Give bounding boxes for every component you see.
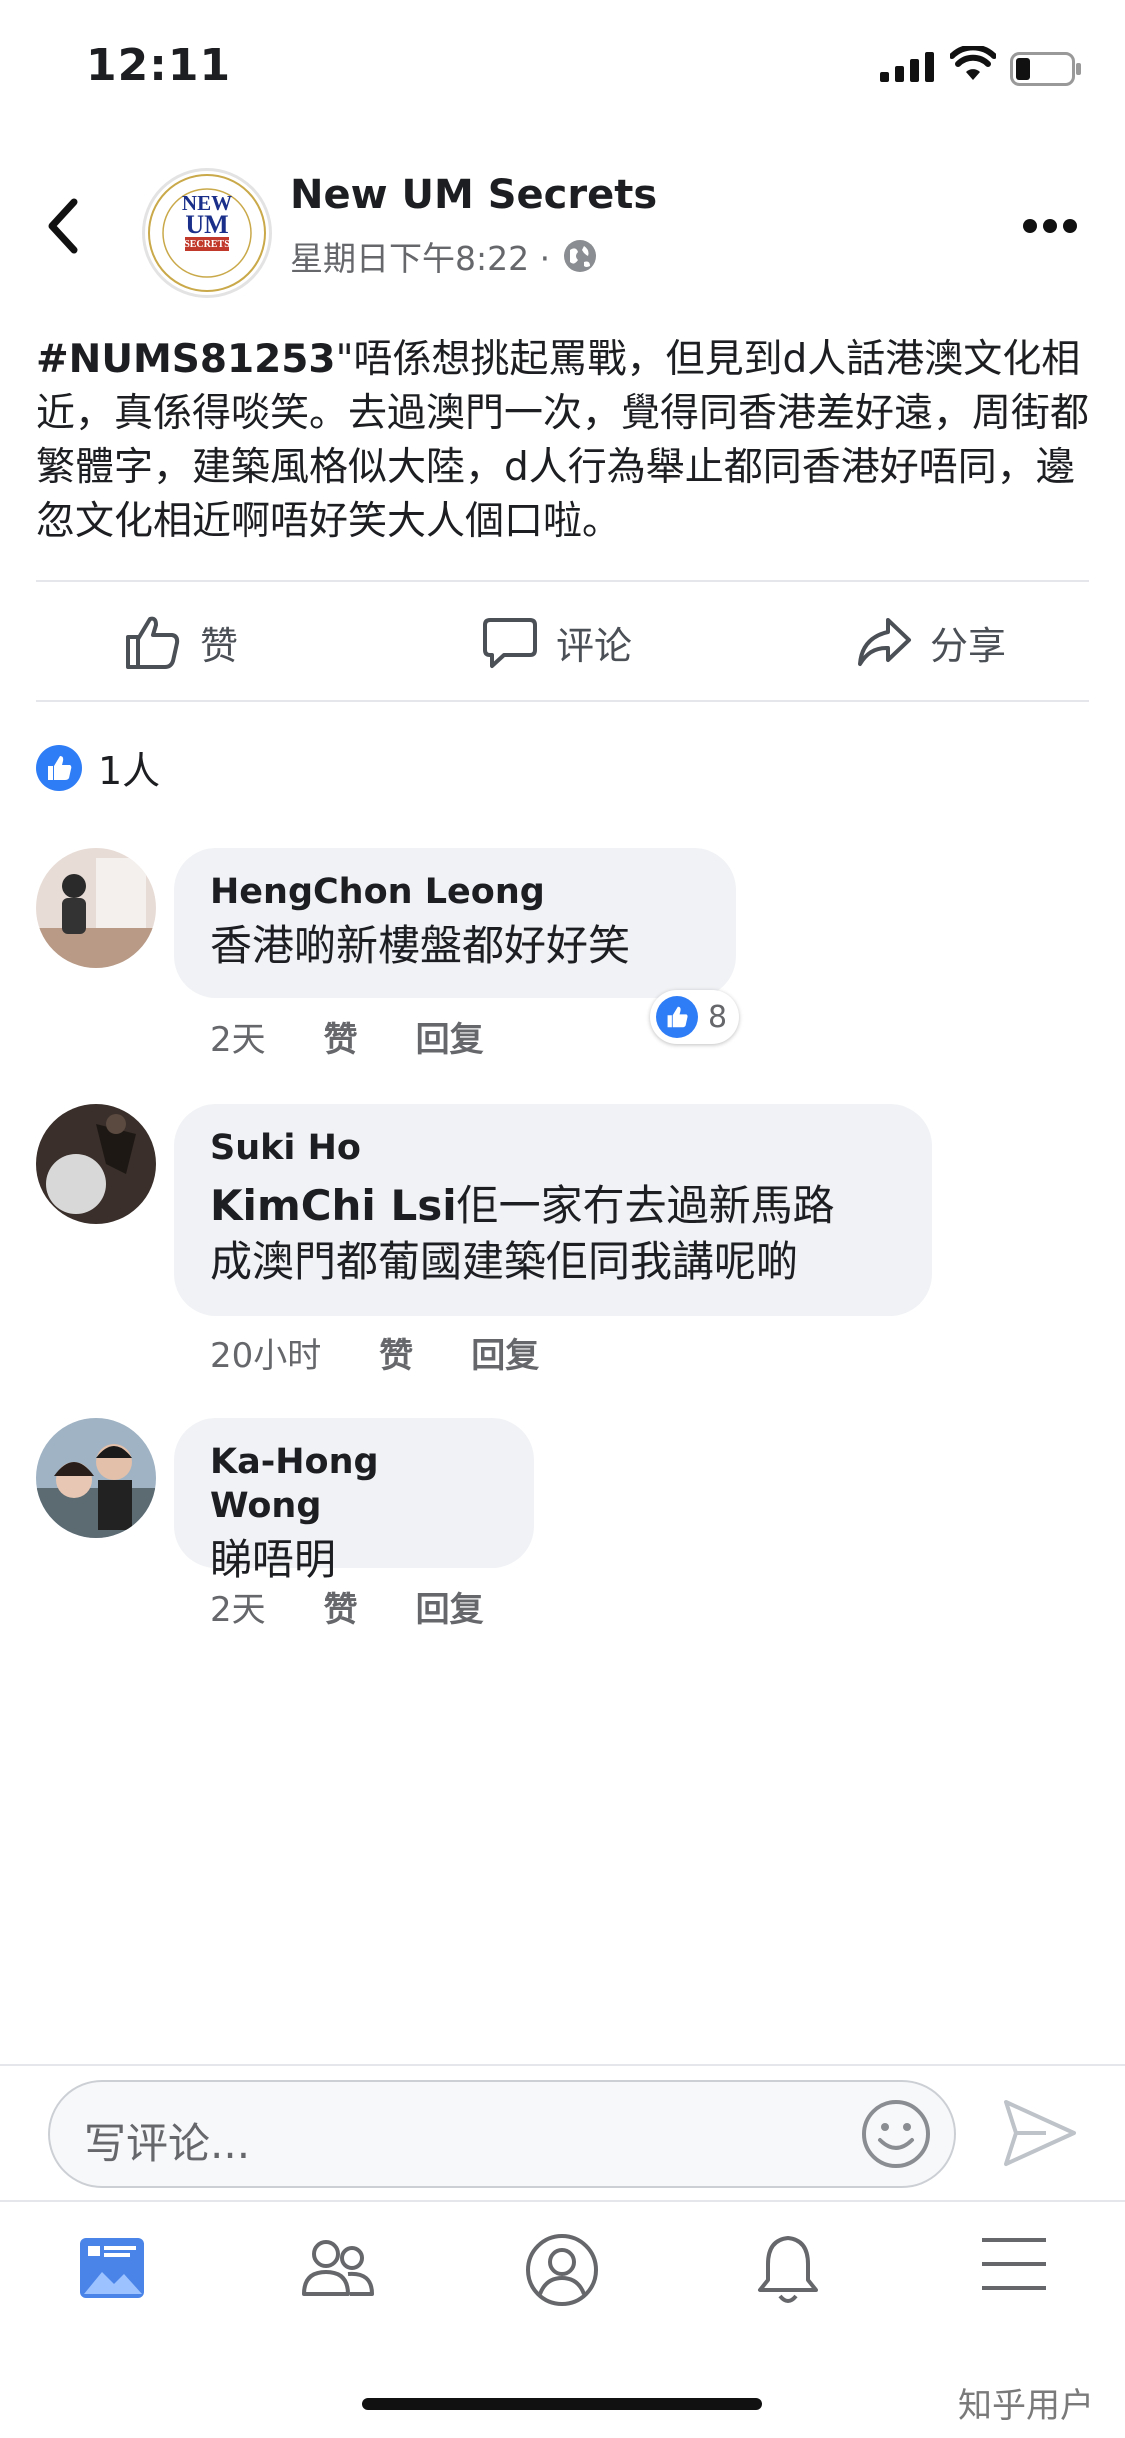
comment-button[interactable]: 评论 xyxy=(482,612,632,672)
send-icon[interactable] xyxy=(1002,2098,1078,2168)
like-reaction-icon xyxy=(656,996,698,1038)
more-options-icon[interactable] xyxy=(1022,218,1078,234)
status-time: 12:11 xyxy=(86,40,232,91)
commenter-avatar[interactable] xyxy=(36,1104,156,1224)
comment-text: 香港啲新樓盤都好好笑 xyxy=(210,921,631,970)
reactions-count: 1人 xyxy=(98,749,161,793)
post-body: #NUMS81253"唔係想挑起罵戰，但見到d人話港澳文化相近，真係得啖笑。去過… xyxy=(36,333,1096,549)
divider xyxy=(36,700,1089,702)
comment-bubble[interactable]: HengChon Leong 香港啲新樓盤都好好笑 xyxy=(174,848,736,998)
comment-reply-link[interactable]: 回复 xyxy=(416,1582,484,1631)
notifications-icon[interactable] xyxy=(752,2232,824,2308)
back-chevron-icon[interactable] xyxy=(44,196,80,256)
comment-time: 2天 xyxy=(210,1020,266,1060)
reactions-summary[interactable]: 1人 xyxy=(36,740,160,795)
comment-like-link[interactable]: 赞 xyxy=(324,1582,358,1631)
profile-icon[interactable] xyxy=(524,2232,600,2308)
comment-bubble[interactable]: Suki Ho KimChi Lsi佢一家冇去過新馬路 成澳門都葡國建築佢同我講… xyxy=(174,1104,932,1316)
comment-like-link[interactable]: 赞 xyxy=(324,1012,358,1061)
avatar-photo-icon xyxy=(36,1418,156,1538)
wifi-icon xyxy=(950,46,996,80)
comment-reply-link[interactable]: 回复 xyxy=(416,1012,484,1061)
post-time-text: 星期日下午8:22 · xyxy=(290,239,551,278)
logo-line-secrets: SECRETS xyxy=(184,239,230,250)
thumbs-up-outline-icon xyxy=(126,616,180,669)
comment-input-placeholder: 写评论... xyxy=(84,2119,251,2168)
comment-time: 2天 xyxy=(210,1590,266,1630)
commenter-name[interactable]: HengChon Leong xyxy=(210,870,700,914)
like-label: 赞 xyxy=(200,623,239,668)
share-button[interactable]: 分享 xyxy=(856,612,1006,672)
logo-line-um: UM xyxy=(185,210,229,239)
comment-text: 睇唔明 xyxy=(210,1535,337,1584)
menu-icon[interactable] xyxy=(980,2232,1048,2296)
comment-mention[interactable]: KimChi Lsi xyxy=(210,1181,457,1230)
like-reaction-icon xyxy=(36,744,82,791)
share-arrow-icon xyxy=(858,618,911,666)
comment-text-line1: 佢一家冇去過新馬路 xyxy=(456,1181,835,1230)
avatar-photo-icon xyxy=(36,1104,156,1224)
battery-icon xyxy=(1010,52,1081,86)
comment-like-link[interactable]: 赞 xyxy=(379,1328,413,1377)
commenter-avatar[interactable] xyxy=(36,1418,156,1538)
post-hashtag[interactable]: #NUMS81253 xyxy=(36,337,336,382)
comment-text-line2: 成澳門都葡國建築佢同我講呢啲 xyxy=(210,1237,799,1286)
comment-text: KimChi Lsi佢一家冇去過新馬路 xyxy=(210,1178,896,1234)
comment-meta: 20小时 赞 回复 xyxy=(210,1328,597,1377)
comment-bubble[interactable]: Ka-Hong Wong 睇唔明 xyxy=(174,1418,534,1584)
comment-reply-link[interactable]: 回复 xyxy=(471,1328,539,1377)
share-label: 分享 xyxy=(930,623,1007,668)
comment-meta: 2天 赞 回复 xyxy=(210,1582,542,1631)
commenter-name[interactable]: Suki Ho xyxy=(210,1126,896,1170)
post-timestamp: 星期日下午8:22 · xyxy=(290,232,598,280)
page-avatar-logo[interactable]: NEW UM SECRETS xyxy=(142,168,272,298)
watermark: 知乎用户 xyxy=(958,2386,1094,2426)
commenter-name[interactable]: Ka-Hong Wong xyxy=(210,1440,498,1528)
comment-bubble-icon xyxy=(483,618,537,668)
commenter-avatar[interactable] xyxy=(36,848,156,968)
like-button[interactable]: 赞 xyxy=(124,612,238,672)
like-count-number: 8 xyxy=(708,999,728,1035)
globe-icon xyxy=(564,240,597,272)
avatar-photo-icon xyxy=(36,848,156,968)
page-name[interactable]: New UM Secrets xyxy=(290,172,657,218)
friends-icon[interactable] xyxy=(298,2232,378,2304)
emoji-icon[interactable] xyxy=(860,2098,932,2170)
cellular-signal-icon xyxy=(880,52,934,82)
home-indicator xyxy=(362,2398,762,2410)
comment-time: 20小时 xyxy=(210,1336,322,1376)
comment-like-count[interactable]: 8 xyxy=(650,990,740,1044)
comment-meta: 2天 赞 回复 xyxy=(210,1012,542,1061)
divider xyxy=(36,580,1089,582)
comment-label: 评论 xyxy=(556,623,633,668)
news-feed-icon[interactable] xyxy=(76,2232,148,2304)
